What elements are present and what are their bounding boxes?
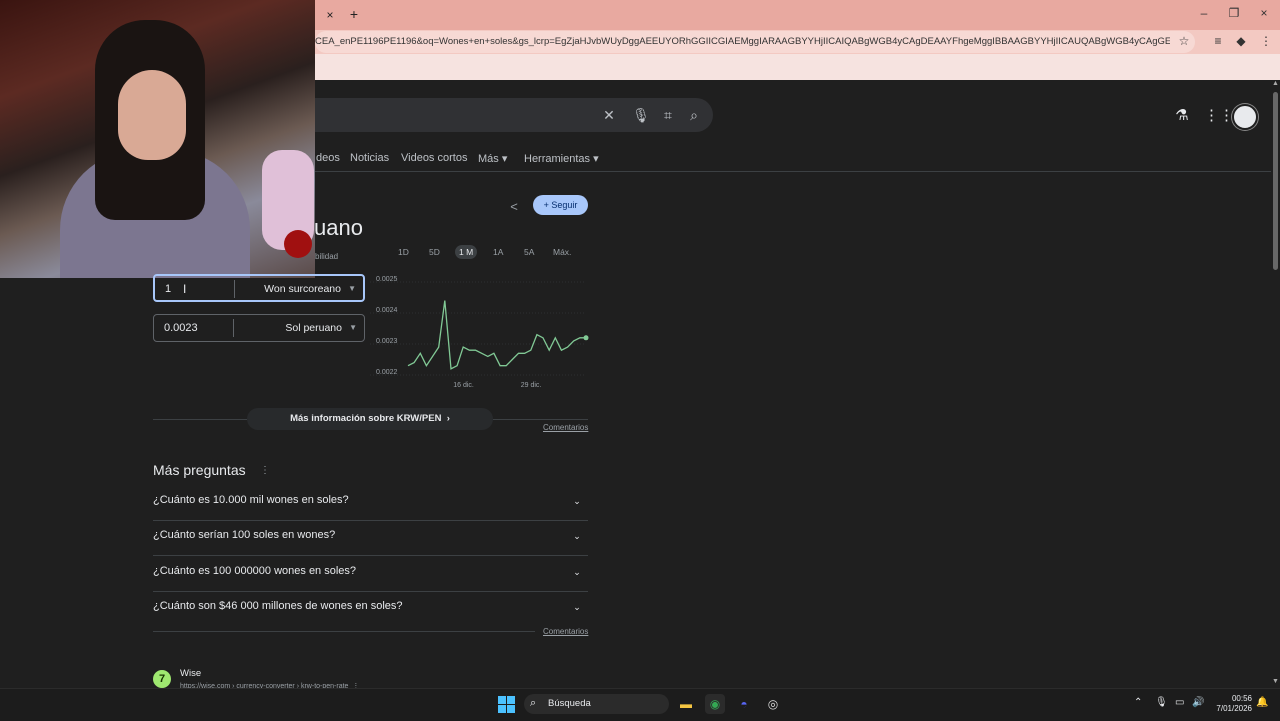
webcam-overlay [0, 0, 315, 278]
chevron-down-icon[interactable]: ⌄ [568, 563, 586, 581]
clock-time: 00:56 [1231, 694, 1252, 703]
chevron-down-icon[interactable]: ⌄ [568, 598, 586, 616]
question-divider [153, 555, 588, 556]
network-icon[interactable]: ▭ [1175, 697, 1184, 708]
extension-icon[interactable]: ◆ [1233, 34, 1249, 48]
text-cursor-icon: I [183, 282, 187, 296]
media-control-icon[interactable]: ≡ [1210, 34, 1226, 48]
apps-grid-icon[interactable]: ⋮⋮ [1204, 106, 1234, 126]
chevron-down-icon[interactable]: ▼ [348, 284, 356, 293]
labs-flask-icon[interactable]: ⚗ [1172, 106, 1192, 126]
webcam-person-face [118, 70, 186, 160]
chart-end-point [583, 335, 589, 341]
wise-logo-icon[interactable]: 7 [153, 670, 171, 688]
divider [153, 631, 535, 632]
new-tab-button[interactable]: + [346, 6, 362, 22]
exchange-rate-chart[interactable]: 0.0025 0.0024 0.0023 0.0022 16 dic. 29 dic. [370, 272, 592, 392]
lens-search-icon[interactable]: ⌗ [659, 106, 677, 124]
question-text[interactable]: ¿Cuánto serían 100 soles en wones? [153, 529, 335, 541]
divider [493, 419, 588, 420]
question-item[interactable]: ¿Cuánto serían 100 soles en wones? ⌄ [153, 521, 588, 556]
field-separator [234, 280, 235, 298]
question-text[interactable]: ¿Cuánto es 100 000000 wones en soles? [153, 565, 356, 577]
webcam-rose [284, 230, 312, 258]
range-1d-button[interactable]: 1D [394, 245, 413, 259]
question-text[interactable]: ¿Cuánto es 10.000 mil wones en soles? [153, 494, 349, 506]
chrome-icon[interactable]: ◉ [705, 694, 725, 714]
file-explorer-icon[interactable]: ▬ [676, 694, 696, 714]
bookmark-star-icon[interactable]: ☆ [1176, 34, 1192, 48]
follow-button[interactable]: + Seguir [533, 195, 588, 215]
tab-noticias[interactable]: Noticias [350, 152, 389, 164]
windows-start-icon[interactable] [498, 696, 515, 713]
chevron-down-icon[interactable]: ⌄ [568, 492, 586, 510]
tab-close-icon[interactable]: × [322, 7, 338, 23]
chart-series-line [407, 300, 586, 370]
obs-icon[interactable]: ◎ [763, 694, 783, 714]
chart-y-tick-label: 0.0025 [376, 276, 398, 283]
tab-herramientas[interactable]: Herramientas ▾ [524, 152, 599, 165]
avatar[interactable] [1232, 104, 1258, 130]
divider [153, 419, 247, 420]
volume-icon[interactable]: 🔊 [1192, 697, 1204, 708]
chart-x-tick-label: 16 dic. [453, 382, 474, 389]
to-amount-value[interactable]: 0.0023 [164, 322, 198, 334]
range-1m-button[interactable]: 1 M [455, 245, 478, 259]
field-separator [233, 319, 234, 337]
more-questions-title: Más preguntas [153, 462, 246, 478]
range-5d-button[interactable]: 5D [425, 245, 444, 259]
result-site-name[interactable]: Wise [180, 668, 201, 679]
to-currency-select[interactable]: Sol peruano [285, 322, 342, 334]
notifications-icon[interactable]: 🔔 [1256, 697, 1268, 708]
chart-x-tick-label: 29 dic. [521, 382, 542, 389]
range-5a-button[interactable]: 5A [520, 245, 538, 259]
microphone-icon[interactable]: 🎙 [1155, 697, 1168, 708]
more-info-button[interactable]: Más información sobre KRW/PEN › [247, 408, 493, 430]
scroll-up-icon[interactable]: ▲ [1271, 80, 1280, 87]
question-item[interactable]: ¿Cuánto son $46 000 millones de wones en… [153, 592, 588, 627]
scrollbar-thumb[interactable] [1273, 92, 1278, 270]
taskbar-search-label[interactable]: Búsqueda [548, 698, 591, 709]
from-currency-select[interactable]: Won surcoreano [264, 283, 341, 295]
range-max-button[interactable]: Máx. [549, 245, 575, 259]
comments-link[interactable]: Comentarios [543, 423, 588, 432]
voice-search-icon[interactable]: 🎙 [632, 106, 650, 124]
chart-y-tick-label: 0.0023 [376, 338, 398, 345]
to-amount-field[interactable]: 0.0023 Sol peruano ▼ [153, 314, 365, 342]
question-item[interactable]: ¿Cuánto es 100 000000 wones en soles? ⌄ [153, 557, 588, 592]
more-options-icon[interactable]: ⋮ [260, 465, 270, 476]
taskbar-search[interactable] [524, 694, 669, 714]
clock-date: 7/01/2026 [1216, 704, 1252, 713]
question-item[interactable]: ¿Cuánto es 10.000 mil wones en soles? ⌄ [153, 486, 588, 521]
clock[interactable]: 00:56 7/01/2026 [1212, 694, 1252, 714]
search-icon[interactable]: ⌕ [685, 106, 703, 124]
share-icon[interactable]: < [506, 199, 522, 215]
discord-icon[interactable]: ◓ [734, 694, 754, 714]
currency-title: uano [314, 215, 363, 240]
chevron-down-icon[interactable]: ⌄ [568, 527, 586, 545]
clear-search-icon[interactable]: ✕ [600, 106, 618, 124]
scroll-down-icon[interactable]: ▼ [1271, 678, 1280, 685]
tab-mas[interactable]: Más ▾ [478, 152, 507, 165]
search-input[interactable] [315, 98, 713, 132]
chart-y-tick-label: 0.0022 [376, 369, 398, 376]
tray-overflow-icon[interactable]: ⌃ [1134, 697, 1142, 708]
chevron-down-icon[interactable]: ▼ [349, 323, 357, 332]
nav-divider [315, 171, 1280, 172]
tab-videos[interactable]: deos [316, 152, 340, 164]
comments-link[interactable]: Comentarios [543, 627, 588, 636]
url-text[interactable]: CEA_enPE1196PE1196&oq=Wones+en+soles&gs_… [315, 36, 1170, 47]
chart-y-tick-label: 0.0024 [376, 307, 398, 314]
menu-dots-icon[interactable]: ⋮ [1258, 34, 1274, 48]
range-1a-button[interactable]: 1A [489, 245, 507, 259]
tab-videos-cortos[interactable]: Videos cortos [401, 152, 467, 164]
currency-disclaimer[interactable]: bilidad [315, 252, 338, 261]
question-text[interactable]: ¿Cuánto son $46 000 millones de wones en… [153, 600, 403, 612]
from-amount-value[interactable]: 1 [165, 283, 171, 295]
close-window-button[interactable]: × [1254, 6, 1274, 20]
minimize-button[interactable]: – [1194, 6, 1214, 20]
maximize-button[interactable]: ❐ [1224, 6, 1244, 20]
search-icon[interactable]: ⌕ [530, 697, 536, 710]
more-info-label: Más información sobre KRW/PEN [290, 413, 442, 424]
